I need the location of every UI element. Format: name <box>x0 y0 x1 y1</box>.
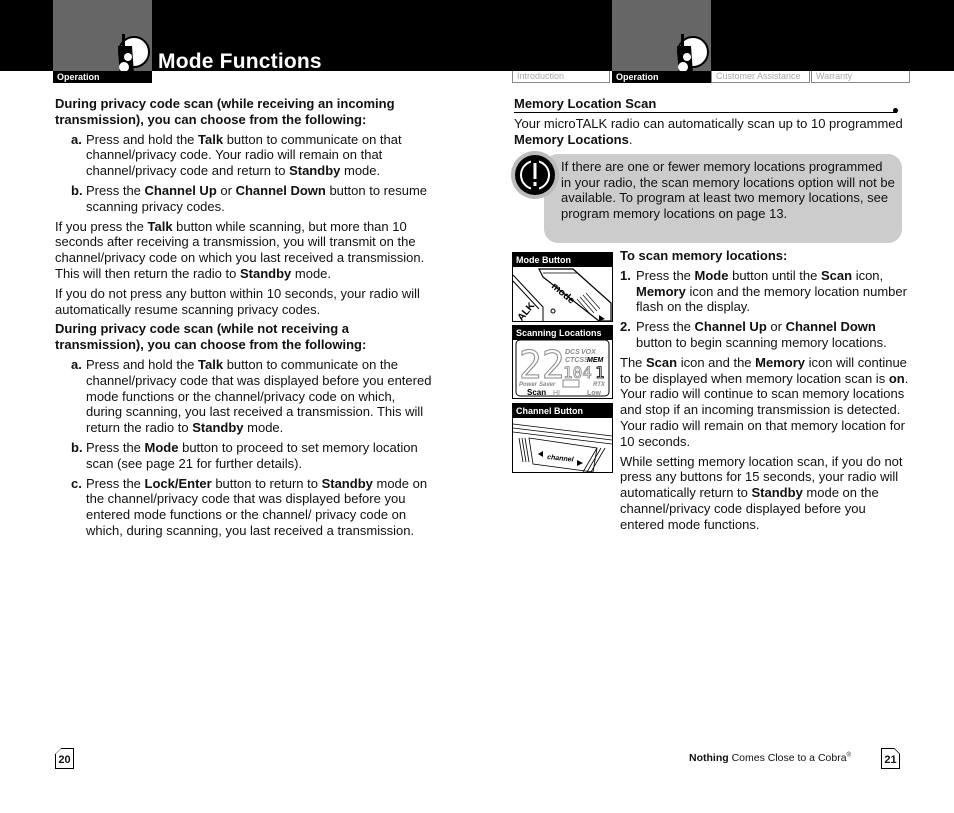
steps-heading: To scan memory locations: <box>620 248 788 263</box>
paragraph: If you do not press any button within 10… <box>55 285 420 317</box>
list-item: c. Press the Lock/Enter button to return… <box>71 475 428 538</box>
svg-text:Low: Low <box>587 390 602 397</box>
figure-caption: Scanning Locations <box>513 326 612 340</box>
svg-text:22: 22 <box>519 343 565 387</box>
svg-text:RTX: RTX <box>593 382 606 388</box>
mode-button-illustration: mode ALK <box>513 268 612 321</box>
svg-text:DCS: DCS <box>565 349 580 356</box>
right-page-content: To scan memory locations: 1. Press the M… <box>620 248 910 537</box>
svg-text:VOX: VOX <box>581 349 597 356</box>
section-heading: During privacy code scan (while not rece… <box>55 321 367 353</box>
note-text: If there are one or fewer memory locatio… <box>561 159 895 221</box>
section-heading: During privacy code scan (while receivin… <box>55 96 395 127</box>
svg-text:104: 104 <box>563 363 592 382</box>
figure-scanning-locations: Scanning Locations 22 DCS VOX CTCSS MEM … <box>512 325 613 399</box>
list-item: b. Press the Channel Up or Channel Down … <box>71 182 428 214</box>
section-title: Memory Location Scan <box>514 96 897 113</box>
step-bar <box>612 252 613 320</box>
lcd-display-illustration: 22 DCS VOX CTCSS MEM 104 1 Power Saver R… <box>515 340 610 397</box>
svg-text:ALK: ALK <box>516 300 538 321</box>
footer-slogan: Nothing Comes Close to a Cobra® <box>689 752 851 764</box>
page-number-right: 21 <box>881 748 900 769</box>
paragraph: While setting memory location scan, if y… <box>620 453 903 532</box>
intro-paragraph: Your microTALK radio can automatically s… <box>514 116 903 147</box>
svg-text:Scan: Scan <box>527 388 546 397</box>
page-title: Mode Functions <box>158 50 322 73</box>
figure-caption: Channel Button <box>513 404 612 418</box>
list-item: a. Press and hold the Talk button to com… <box>71 356 432 436</box>
list-item: b. Press the Mode button to proceed to s… <box>71 439 418 471</box>
figure-caption: Mode Button <box>513 253 612 267</box>
step-bar <box>612 325 613 397</box>
figure-mode-button: Mode Button mode ALK <box>512 252 613 322</box>
figure-channel-button: Channel Button channel <box>512 403 613 473</box>
channel-button-illustration: channel <box>513 423 612 472</box>
step-item: 1. Press the Mode button until the Scan … <box>620 267 907 315</box>
tab-customer-assistance[interactable]: Customer Assistance <box>711 71 810 83</box>
rule-end-dot <box>893 108 898 113</box>
tab-warranty[interactable]: Warranty <box>811 71 910 83</box>
step-item: 2. Press the Channel Up or Channel Down … <box>620 319 887 350</box>
paragraph: The Scan icon and the Memory icon will c… <box>620 354 909 449</box>
list-item: a. Press and hold the Talk button to com… <box>71 131 402 179</box>
svg-text:HI: HI <box>553 390 560 397</box>
tab-operation[interactable]: Operation <box>612 71 711 83</box>
svg-text:1: 1 <box>595 363 605 382</box>
caution-icon <box>515 155 555 195</box>
left-page-content: During privacy code scan (while receivin… <box>55 96 435 543</box>
step-bar <box>612 403 613 471</box>
tab-introduction[interactable]: Introduction <box>512 71 610 83</box>
paragraph: If you press the Talk button while scann… <box>55 218 425 281</box>
tab-operation-left[interactable]: Operation <box>53 71 152 83</box>
page-number-left: 20 <box>55 748 74 769</box>
